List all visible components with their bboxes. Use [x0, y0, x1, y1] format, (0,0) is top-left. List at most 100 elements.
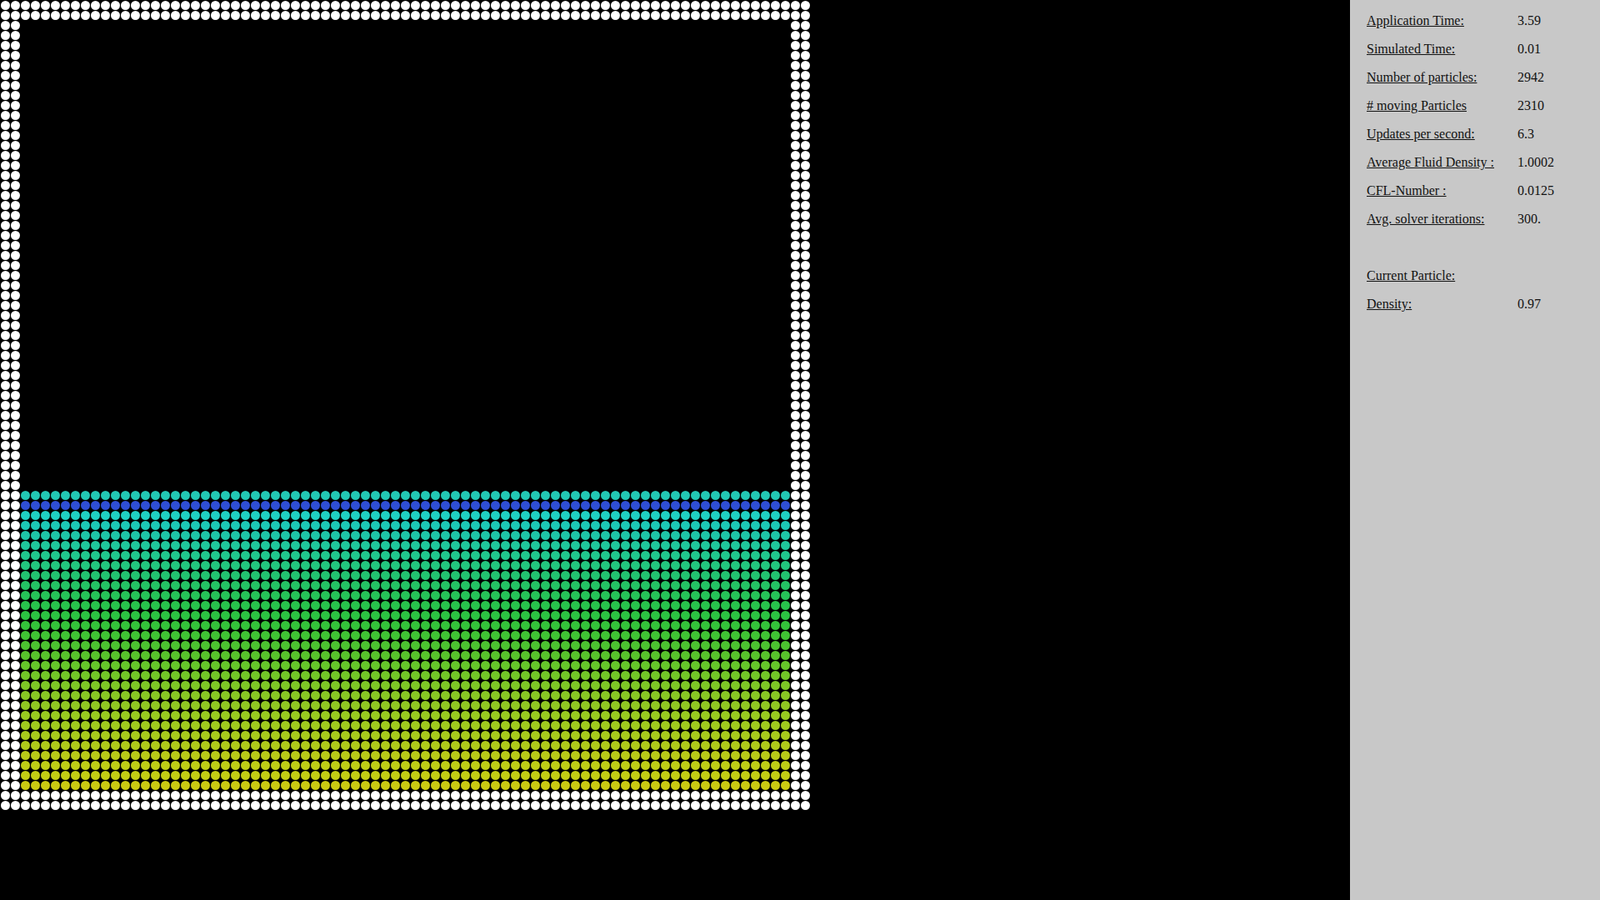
boundary-particle [0, 150, 10, 160]
empty-cell [40, 150, 50, 160]
boundary-particle [650, 10, 660, 20]
empty-cell [760, 20, 770, 30]
empty-cell [410, 150, 420, 160]
empty-cell [460, 90, 470, 100]
empty-cell [500, 190, 510, 200]
boundary-particle [210, 10, 220, 20]
empty-cell [30, 100, 40, 110]
empty-cell [230, 90, 240, 100]
empty-cell [670, 90, 680, 100]
empty-cell [320, 50, 330, 60]
empty-cell [320, 160, 330, 170]
empty-cell [40, 130, 50, 140]
empty-cell [690, 60, 700, 70]
empty-cell [140, 70, 150, 80]
empty-cell [190, 230, 200, 240]
boundary-particle [320, 0, 330, 10]
empty-cell [610, 60, 620, 70]
empty-cell [680, 160, 690, 170]
empty-cell [50, 80, 60, 90]
simulation-canvas[interactable] [0, 0, 810, 810]
empty-cell [310, 180, 320, 190]
boundary-particle [520, 10, 530, 20]
empty-cell [220, 70, 230, 80]
boundary-particle [590, 0, 600, 10]
empty-cell [530, 60, 540, 70]
empty-cell [90, 100, 100, 110]
empty-cell [680, 60, 690, 70]
boundary-particle [790, 10, 800, 20]
empty-cell [620, 100, 630, 110]
boundary-particle [250, 0, 260, 10]
empty-cell [320, 230, 330, 240]
empty-cell [610, 80, 620, 90]
empty-cell [710, 220, 720, 230]
empty-cell [750, 190, 760, 200]
empty-cell [320, 100, 330, 110]
empty-cell [630, 160, 640, 170]
empty-cell [210, 150, 220, 160]
empty-cell [60, 170, 70, 180]
empty-cell [540, 170, 550, 180]
empty-cell [130, 130, 140, 140]
empty-cell [450, 30, 460, 40]
empty-cell [640, 40, 650, 50]
empty-cell [430, 190, 440, 200]
empty-cell [740, 150, 750, 160]
boundary-particle [730, 0, 740, 10]
empty-cell [640, 190, 650, 200]
empty-cell [390, 220, 400, 230]
empty-cell [320, 130, 330, 140]
empty-cell [330, 150, 340, 160]
empty-cell [370, 130, 380, 140]
empty-cell [310, 240, 320, 250]
empty-cell [60, 110, 70, 120]
empty-cell [400, 60, 410, 70]
empty-cell [550, 220, 560, 230]
empty-cell [330, 50, 340, 60]
empty-cell [480, 80, 490, 90]
empty-cell [530, 80, 540, 90]
empty-cell [590, 170, 600, 180]
empty-cell [60, 30, 70, 40]
empty-cell [190, 60, 200, 70]
empty-cell [580, 120, 590, 130]
empty-cell [40, 80, 50, 90]
empty-cell [250, 110, 260, 120]
empty-cell [440, 170, 450, 180]
empty-cell [560, 70, 570, 80]
empty-cell [20, 100, 30, 110]
empty-cell [510, 140, 520, 150]
boundary-particle [790, 230, 800, 240]
empty-cell [570, 210, 580, 220]
empty-cell [480, 160, 490, 170]
boundary-particle [480, 10, 490, 20]
empty-cell [690, 80, 700, 90]
empty-cell [560, 210, 570, 220]
empty-cell [730, 90, 740, 100]
empty-cell [110, 140, 120, 150]
empty-cell [100, 170, 110, 180]
empty-cell [350, 240, 360, 250]
empty-cell [720, 210, 730, 220]
empty-cell [770, 120, 780, 130]
empty-cell [700, 140, 710, 150]
empty-cell [290, 20, 300, 30]
empty-cell [230, 140, 240, 150]
empty-cell [60, 230, 70, 240]
empty-cell [680, 200, 690, 210]
empty-cell [710, 180, 720, 190]
empty-cell [270, 50, 280, 60]
empty-cell [80, 40, 90, 50]
empty-cell [570, 150, 580, 160]
boundary-particle [350, 10, 360, 20]
empty-cell [410, 50, 420, 60]
boundary-particle [440, 0, 450, 10]
empty-cell [580, 50, 590, 60]
boundary-particle [390, 0, 400, 10]
empty-cell [100, 50, 110, 60]
empty-cell [310, 200, 320, 210]
empty-cell [230, 180, 240, 190]
empty-cell [740, 180, 750, 190]
empty-cell [500, 110, 510, 120]
